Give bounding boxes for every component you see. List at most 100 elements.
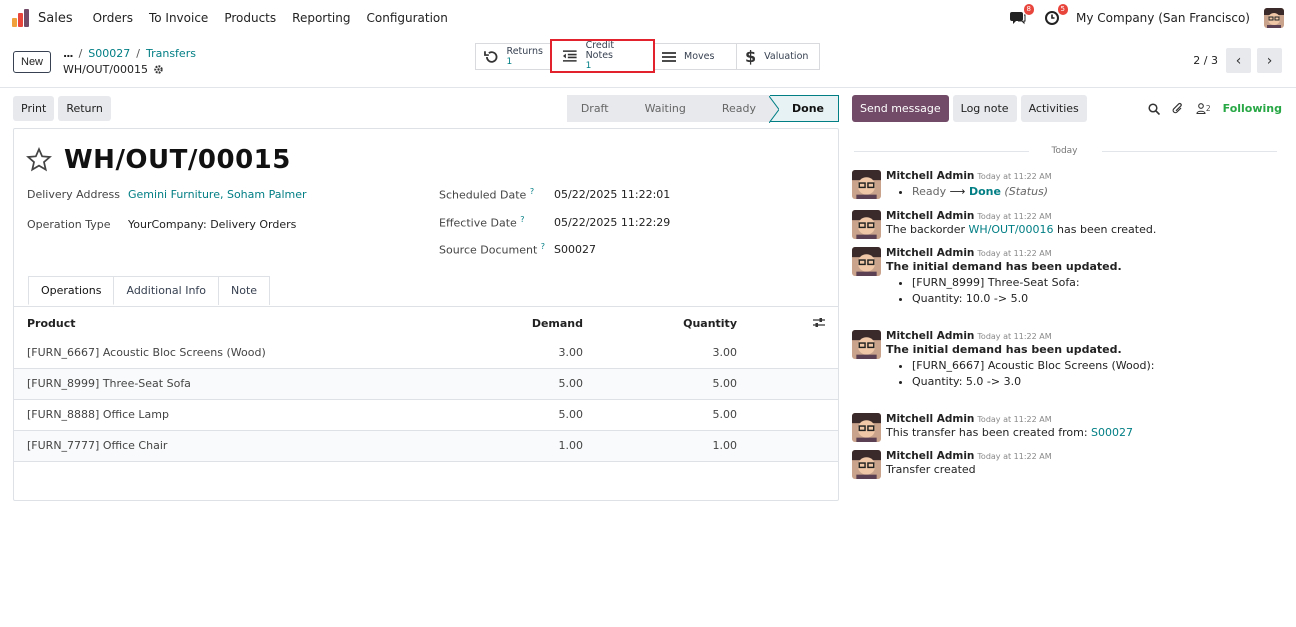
breadcrumb-transfers[interactable]: Transfers <box>146 47 196 60</box>
credit-notes-label: Credit Notes <box>585 40 615 61</box>
undo-icon <box>484 50 498 63</box>
row-demand: 1.00 <box>436 429 596 462</box>
app-logo-icon[interactable] <box>12 9 30 27</box>
state-done[interactable]: Done <box>769 95 839 123</box>
gear-icon[interactable] <box>153 64 164 75</box>
message-author: Mitchell Admin Today at 11:22 AM <box>886 450 1052 462</box>
scheduled-date-label: Scheduled Date ? <box>439 187 535 202</box>
table-row[interactable]: [FURN_8888] Office Lamp 5.00 5.00 <box>14 398 838 430</box>
delivery-address-value[interactable]: Gemini Furniture, Soham Palmer <box>128 188 307 201</box>
returns-smart-button[interactable]: Returns 1 <box>475 43 552 70</box>
row-quantity[interactable]: 5.00 <box>596 398 750 430</box>
author-avatar[interactable] <box>852 330 881 359</box>
activities-button[interactable]: Activities <box>1020 95 1087 122</box>
returns-count: 1 <box>506 56 513 67</box>
sliders-icon <box>813 317 825 327</box>
message-author: Mitchell Admin Today at 11:22 AM <box>886 330 1052 342</box>
table-row[interactable]: [FURN_6667] Acoustic Bloc Screens (Wood)… <box>14 337 838 368</box>
tab-operations[interactable]: Operations <box>28 276 115 305</box>
activities-button[interactable]: 5 <box>1042 4 1069 28</box>
source-document-value[interactable]: S00027 <box>554 243 596 256</box>
menu-products[interactable]: Products <box>224 11 276 25</box>
message-date: Today at 11:22 AM <box>977 172 1052 181</box>
moves-smart-button[interactable]: Moves <box>653 43 737 70</box>
row-demand: 5.00 <box>436 398 596 430</box>
column-quantity[interactable]: Quantity <box>596 310 750 337</box>
tab-additional-info[interactable]: Additional Info <box>113 276 220 305</box>
tab-note[interactable]: Note <box>218 276 271 305</box>
chatter-message: Mitchell Admin Today at 11:22 AM The init… <box>852 247 1122 307</box>
chatter: Send message Log note Activities 2 Follo… <box>852 95 1282 479</box>
company-switcher[interactable]: My Company (San Francisco) <box>1076 11 1250 25</box>
state-draft[interactable]: Draft <box>566 95 623 122</box>
search-icon[interactable] <box>1148 102 1160 115</box>
row-quantity[interactable]: 5.00 <box>596 367 750 399</box>
table-row[interactable]: [FURN_8999] Three-Seat Sofa 5.00 5.00 <box>14 367 838 399</box>
column-demand[interactable]: Demand <box>436 310 596 337</box>
message-author: Mitchell Admin Today at 11:22 AM <box>886 413 1052 425</box>
message-date: Today at 11:22 AM <box>977 249 1052 258</box>
send-message-button[interactable]: Send message <box>852 95 949 122</box>
column-product[interactable]: Product <box>14 310 436 337</box>
messages-button[interactable]: 8 <box>1008 4 1035 28</box>
scheduled-date-value[interactable]: 05/22/2025 11:22:01 <box>554 188 670 201</box>
valuation-label: Valuation <box>764 51 809 62</box>
control-panel: New ... / S00027 / Transfers WH/OUT/0001… <box>0 36 1296 88</box>
valuation-smart-button[interactable]: $ Valuation <box>736 43 820 70</box>
following-button[interactable]: Following <box>1223 102 1282 115</box>
menu-reporting[interactable]: Reporting <box>292 11 350 25</box>
log-note-button[interactable]: Log note <box>952 95 1017 122</box>
menu-orders[interactable]: Orders <box>93 11 133 25</box>
state-waiting[interactable]: Waiting <box>622 95 700 122</box>
row-quantity[interactable]: 1.00 <box>596 429 750 462</box>
effective-date-value[interactable]: 05/22/2025 11:22:29 <box>554 216 670 229</box>
notebook-tabs: Operations Additional Info Note <box>28 276 271 305</box>
chevron-left-icon: ‹ <box>1235 52 1242 69</box>
chatter-message: Mitchell Admin Today at 11:22 AM The back… <box>852 210 1156 239</box>
star-icon[interactable] <box>26 147 52 173</box>
message-date: Today at 11:22 AM <box>977 415 1052 424</box>
source-document-label: Source Document ? <box>439 242 546 257</box>
clock-icon <box>1045 11 1060 25</box>
user-icon <box>1196 103 1206 114</box>
row-quantity[interactable]: 3.00 <box>596 337 750 368</box>
return-button[interactable]: Return <box>58 96 111 121</box>
author-avatar[interactable] <box>852 450 881 479</box>
author-avatar[interactable] <box>852 413 881 442</box>
pager-next-button[interactable]: › <box>1257 48 1282 73</box>
delivery-address-label: Delivery Address <box>27 188 120 201</box>
status-pipeline: Draft Waiting Ready Done <box>566 95 839 123</box>
pager-previous-button[interactable]: ‹ <box>1226 48 1251 73</box>
operation-type-value[interactable]: YourCompany: Delivery Orders <box>128 218 296 231</box>
breadcrumb-sale-order[interactable]: S00027 <box>88 47 130 60</box>
menu-configuration[interactable]: Configuration <box>367 11 448 25</box>
effective-date-label: Effective Date ? <box>439 215 525 230</box>
credit-notes-smart-button[interactable]: Credit Notes 1 <box>550 39 655 73</box>
print-button[interactable]: Print <box>13 96 55 121</box>
user-avatar[interactable] <box>1264 8 1284 28</box>
dollar-icon: $ <box>745 47 757 66</box>
table-row[interactable]: [FURN_7777] Office Chair 1.00 1.00 <box>14 429 838 462</box>
optional-columns-toggle[interactable] <box>750 310 838 337</box>
backorder-link[interactable]: WH/OUT/00016 <box>969 223 1054 236</box>
new-button[interactable]: New <box>13 50 52 73</box>
breadcrumb: ... / S00027 / Transfers WH/OUT/00015 <box>63 47 196 76</box>
date-separator: Today <box>852 146 1277 156</box>
form-sheet: WH/OUT/00015 Delivery Address Gemini Fur… <box>13 128 839 501</box>
author-avatar[interactable] <box>852 170 881 199</box>
author-avatar[interactable] <box>852 247 881 276</box>
activities-badge: 5 <box>1057 4 1069 15</box>
statusbar: Print Return Draft Waiting Ready Done <box>13 95 839 123</box>
author-avatar[interactable] <box>852 210 881 239</box>
followers-button[interactable]: 2 <box>1196 103 1211 114</box>
paperclip-icon[interactable] <box>1172 102 1184 115</box>
chatter-message: Mitchell Admin Today at 11:22 AM The init… <box>852 330 1154 390</box>
pager-value[interactable]: 2 / 3 <box>1193 54 1218 67</box>
returns-label: Returns <box>506 45 543 57</box>
app-name[interactable]: Sales <box>38 11 73 26</box>
menu-to-invoice[interactable]: To Invoice <box>149 11 208 25</box>
breadcrumb-more[interactable]: ... <box>63 47 74 60</box>
source-order-link[interactable]: S00027 <box>1091 426 1133 439</box>
state-ready[interactable]: Ready <box>699 95 771 122</box>
message-author: Mitchell Admin Today at 11:22 AM <box>886 210 1052 222</box>
